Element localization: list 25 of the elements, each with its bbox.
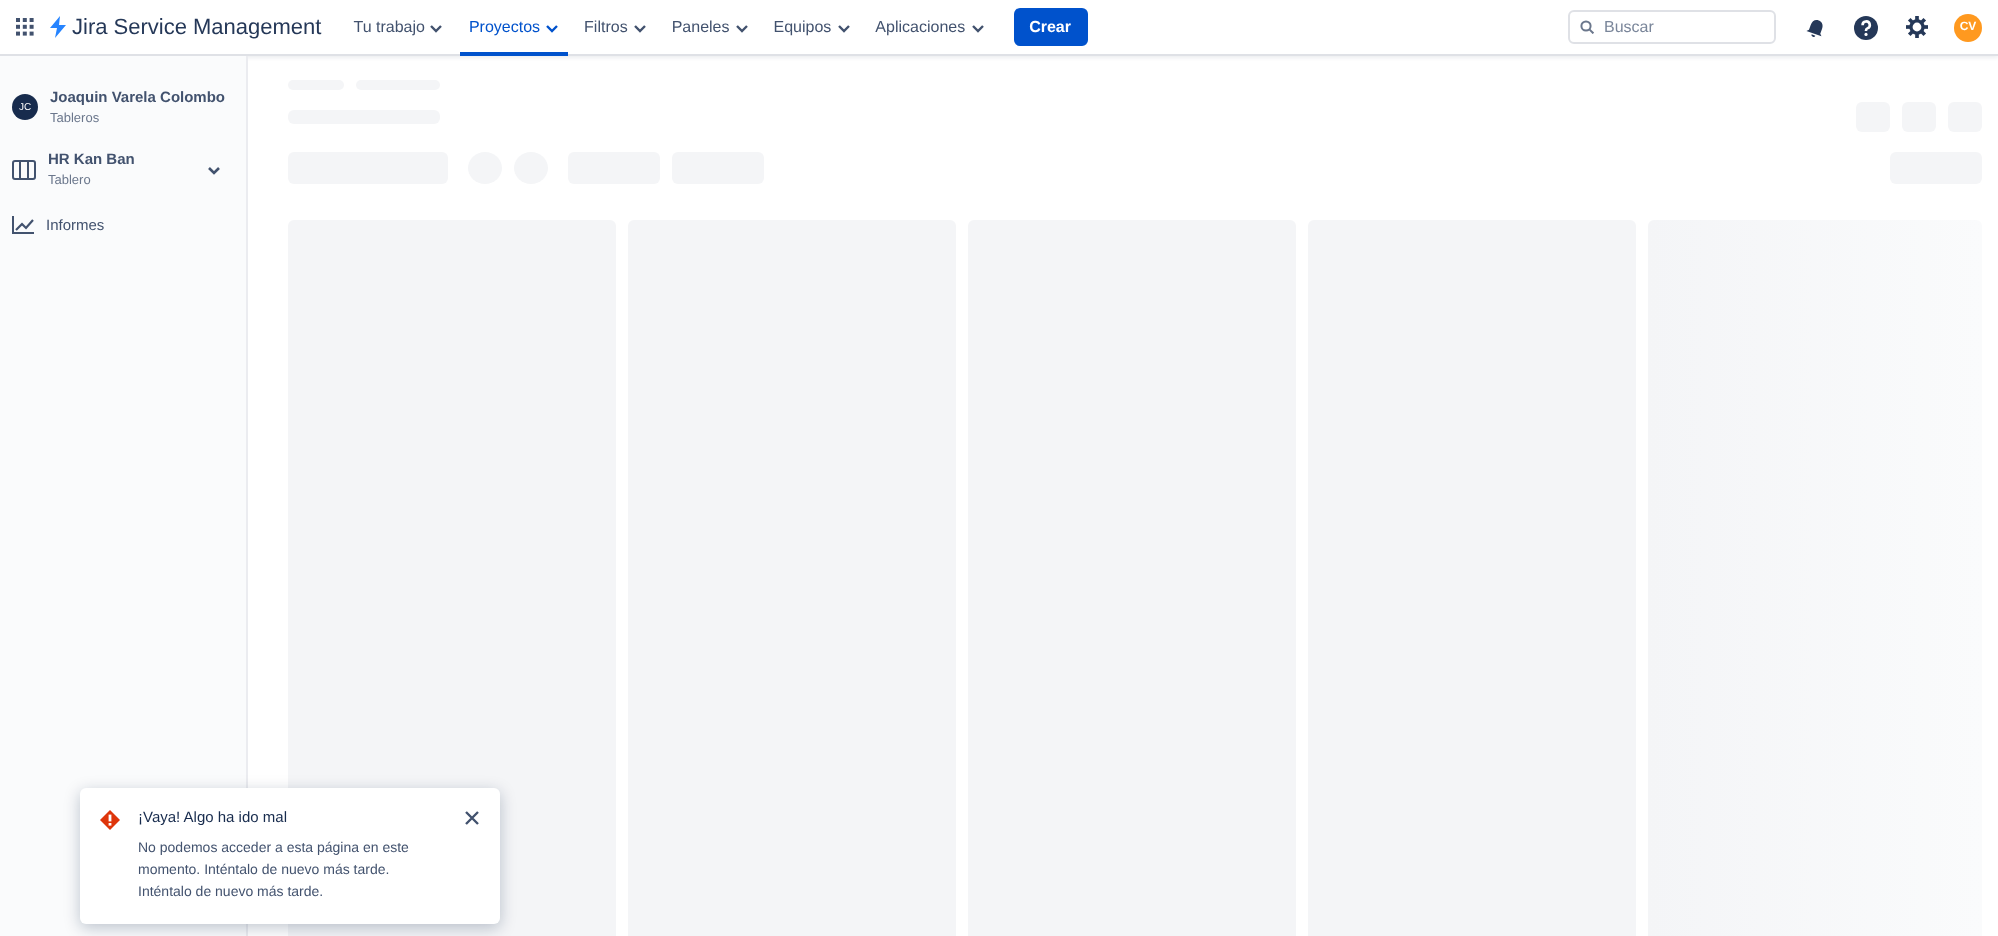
bell-icon[interactable] bbox=[1806, 17, 1826, 37]
app-switcher-icon[interactable] bbox=[16, 18, 34, 36]
chevron-down-icon[interactable] bbox=[206, 161, 222, 177]
help-icon[interactable] bbox=[1854, 15, 1878, 39]
settings-icon[interactable] bbox=[1906, 16, 1928, 38]
chevron-down-icon bbox=[544, 19, 561, 35]
nav-tab[interactable]: Tu trabajo bbox=[345, 0, 453, 55]
search-field[interactable]: Buscar bbox=[1568, 10, 1776, 44]
line-chart-icon bbox=[12, 216, 34, 234]
close-icon[interactable] bbox=[464, 810, 480, 826]
chevron-down-icon bbox=[631, 19, 648, 35]
nav-tab[interactable]: Equipos bbox=[765, 0, 860, 55]
chevron-down-icon bbox=[733, 19, 750, 35]
chevron-down-icon bbox=[835, 19, 852, 35]
product-name[interactable]: Jira Service Management bbox=[72, 15, 322, 39]
lightning-logo-icon bbox=[50, 16, 66, 38]
nav-tab[interactable]: Proyectos bbox=[460, 0, 569, 55]
nav-tab[interactable]: Aplicaciones bbox=[867, 0, 994, 55]
create-button[interactable]: Crear bbox=[1013, 8, 1087, 46]
nav-tab[interactable]: Filtros bbox=[576, 0, 656, 55]
chevron-down-icon bbox=[969, 19, 986, 35]
nav-tab[interactable]: Paneles bbox=[663, 0, 758, 55]
chevron-down-icon bbox=[428, 19, 445, 35]
board-icon bbox=[12, 159, 36, 179]
error-icon bbox=[100, 810, 120, 830]
